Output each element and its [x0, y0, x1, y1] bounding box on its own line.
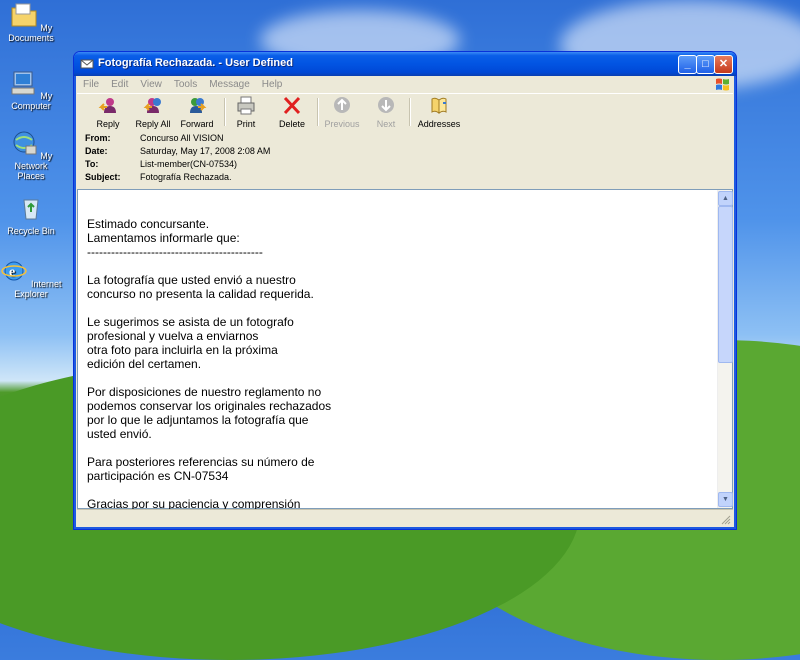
next-label: Next [376, 119, 396, 129]
print-button[interactable]: Print [233, 96, 259, 129]
title-bar[interactable]: Fotografía Rechazada. - User Defined _ □… [74, 52, 736, 76]
menu-message[interactable]: Message [203, 76, 256, 90]
vertical-scrollbar[interactable]: ▲ ▼ [717, 190, 733, 508]
envelope-icon [80, 59, 94, 69]
body-line: participación es CN-07534 [87, 469, 229, 483]
body-line: concurso no presenta la calidad requerid… [87, 287, 314, 301]
message-header: From: Concurso All VISION Date: Saturday… [77, 130, 733, 187]
body-line: Para posteriores referencias su número d… [87, 455, 315, 469]
from-value: Concurso All VISION [140, 133, 224, 143]
body-line [87, 483, 707, 497]
desktop-icon-label: Recycle Bin [7, 226, 55, 236]
window-title: Fotografía Rechazada. - User Defined [98, 57, 293, 69]
delete-button[interactable]: Delete [277, 96, 307, 129]
scroll-down-button[interactable]: ▼ [718, 492, 733, 507]
previous-button[interactable]: Previous [323, 96, 361, 129]
date-label: Date: [85, 146, 108, 156]
menu-help[interactable]: Help [256, 76, 289, 90]
reply-button[interactable]: Reply [91, 96, 125, 129]
desktop-icon-my-documents[interactable]: My Documents [0, 2, 62, 43]
next-button[interactable]: Next [373, 96, 399, 129]
body-line: usted envió. [87, 427, 152, 441]
menu-tools[interactable]: Tools [168, 76, 203, 90]
menu-bar: File Edit View Tools Message Help [77, 76, 733, 93]
reply-all-label: Reply All [135, 119, 171, 129]
reply-all-icon [143, 98, 161, 113]
address-book-icon [431, 97, 447, 114]
network-icon [13, 131, 37, 155]
forward-icon [190, 98, 207, 113]
date-value: Saturday, May 17, 2008 2:08 AM [140, 146, 271, 156]
status-bar [77, 509, 733, 527]
down-arrow-icon [378, 97, 394, 113]
body-line: edición del certamen. [87, 357, 202, 371]
previous-label: Previous [324, 119, 360, 129]
message-body-text: Estimado concursante. Lamentamos informar… [87, 217, 707, 511]
body-line: profesional y vuelva a enviarnos [87, 329, 259, 343]
reply-all-button[interactable]: Reply All [131, 96, 175, 129]
windows-logo-icon [716, 78, 729, 91]
from-label: From: [85, 133, 111, 143]
desktop-icon-recycle-bin[interactable]: Recycle Bin [0, 195, 62, 236]
body-line: por lo que le adjuntamos la fotografía q… [87, 413, 309, 427]
body-line: podemos conservar los originales rechaza… [87, 399, 332, 413]
body-line: otra foto para incluirla en la próxima [87, 343, 278, 357]
toolbar-separator [224, 98, 226, 126]
print-label: Print [236, 119, 256, 129]
printer-icon [237, 96, 255, 115]
body-line: Lamentamos informarle que: [87, 231, 240, 245]
body-line [87, 301, 707, 315]
recycle-bin-icon [23, 199, 39, 220]
scroll-thumb[interactable] [718, 206, 733, 363]
resize-grip-icon[interactable] [721, 515, 731, 525]
message-body[interactable]: Estimado concursante. Lamentamos informar… [77, 189, 733, 511]
forward-label: Forward [180, 119, 214, 129]
scroll-up-button[interactable]: ▲ [718, 191, 733, 206]
svg-text:e: e [9, 265, 15, 280]
toolbar-separator [409, 98, 411, 126]
menu-file[interactable]: File [77, 76, 105, 90]
menu-edit[interactable]: Edit [105, 76, 134, 90]
delete-x-icon [283, 96, 301, 115]
body-line [87, 259, 707, 273]
subject-value: Fotografía Rechazada. [140, 172, 232, 182]
to-label: To: [85, 159, 99, 169]
forward-button[interactable]: Forward [177, 96, 217, 129]
reply-icon [98, 98, 116, 113]
up-arrow-icon [334, 97, 350, 113]
reply-label: Reply [96, 119, 120, 129]
body-line: Por disposiciones de nuestro reglamento … [87, 385, 322, 399]
maximize-button[interactable]: □ [696, 55, 715, 74]
body-line: ----------------------------------------… [87, 245, 263, 259]
message-window: Fotografía Rechazada. - User Defined _ □… [73, 51, 737, 530]
desktop-icon-my-network-places[interactable]: My Network Places [0, 130, 62, 181]
body-line: Estimado concursante. [87, 217, 210, 231]
minimize-button[interactable]: _ [678, 55, 697, 74]
internet-explorer-icon: e [1, 261, 28, 281]
addresses-label: Addresses [417, 119, 461, 129]
folder-icon [11, 3, 37, 27]
body-line [87, 441, 707, 455]
body-line: Le sugerimos se asista de un fotografo [87, 315, 294, 329]
body-line: La fotografía que usted envió a nuestro [87, 273, 296, 287]
body-line [87, 371, 707, 385]
close-button[interactable]: ✕ [714, 55, 733, 74]
menu-view[interactable]: View [134, 76, 168, 90]
subject-label: Subject: [85, 172, 121, 182]
addresses-button[interactable]: Addresses [417, 96, 461, 129]
delete-label: Delete [278, 119, 305, 129]
computer-icon [11, 71, 35, 95]
desktop-icon-internet-explorer[interactable]: e Internet Explorer [0, 258, 62, 299]
toolbar: Reply Reply All Forward Print Delete Pre… [77, 93, 733, 131]
desktop-icon-my-computer[interactable]: My Computer [0, 70, 62, 111]
toolbar-separator [317, 98, 319, 126]
to-value: List-member(CN-07534) [140, 159, 238, 169]
